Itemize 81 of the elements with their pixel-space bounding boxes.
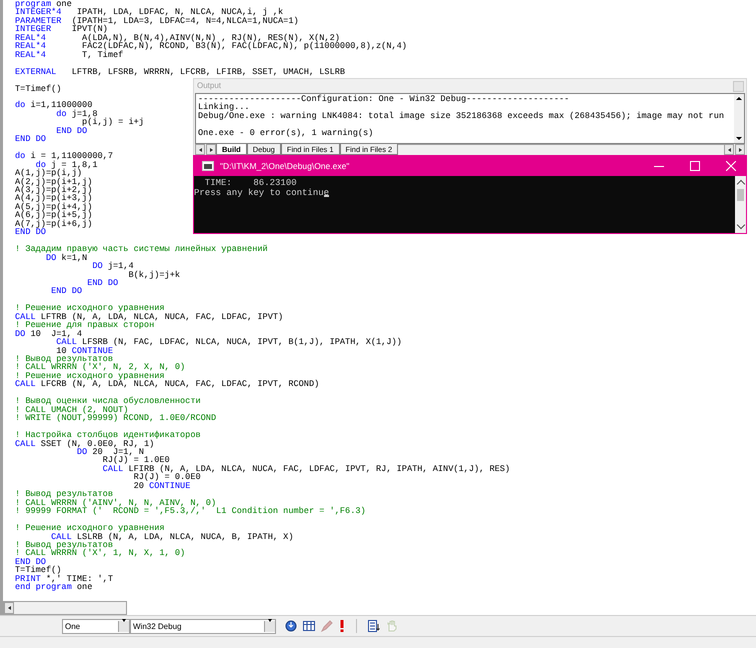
- horizontal-scrollbar[interactable]: [724, 144, 745, 155]
- code-line: A(3,j)=p(i+2,j): [15, 186, 92, 194]
- code-line: p(i,j) = i+j: [82, 118, 144, 127]
- comment-line: ! Зададим правую часть системы линейных уравнений: [15, 245, 268, 254]
- code-line: CALL LFTRB (N, A, LDA, NLCA, NUCA, FAC, LDFAC, IPVT): [15, 312, 284, 322]
- code-line: A(2,j)=p(i+1,j): [15, 178, 92, 186]
- code-line: A(7,j)=p(i+6,j): [15, 220, 92, 228]
- code-line: B(k,j)=j+k: [128, 270, 180, 279]
- code-line: program one: [15, 0, 72, 8]
- comment-line: ! CALL WRRRN ('X', 1, N, X, 1, 0): [15, 549, 186, 558]
- code-line: PARAMETER (IPATH=1, LDA=3, LDFAC=4, N=4,NLCA=1,NUCA=1): [15, 16, 299, 26]
- comment-line: ! Вывод результатов: [15, 490, 113, 499]
- code-line: REAL*4 FAC2(LDFAC,N), RCOND, B3(N), FAC(LDFAC,N), p(11000000,8),z(N,4): [15, 42, 407, 51]
- code-line: do i = 1,11000000,7: [15, 152, 113, 161]
- comment-line: ! 99999 FORMAT (' RCOND = ',F5.3,/,' L1 Condition number = ',F6.3): [15, 507, 366, 516]
- maximize-icon[interactable]: [690, 161, 700, 171]
- code-line: CALL LFSRB (N, FAC, LDFAC, NLCA, NUCA, IPVT, B(1,J), IPATH, X(1,J)): [56, 338, 402, 347]
- code-line: RJ(J) = 1.0E0: [102, 456, 170, 465]
- code-line: END DO: [15, 135, 46, 144]
- comment-line: ! CALL WRRRN ('X', N, 2, X, N, 0): [15, 363, 186, 372]
- comment-line: ! CALL UMACH (2, NOUT): [15, 406, 128, 414]
- code-line: REAL*4 T, Timef: [15, 50, 124, 60]
- code-line: DO 20 J=1, N: [76, 448, 144, 456]
- code-line: INTEGER*4 IPATH, LDA, LDFAC, N, NLCA, NUCA,i, j ,k: [15, 8, 284, 17]
- code-line: CALL LSLRB (N, A, LDA, NLCA, NUCA, B, IPATH, X): [51, 532, 294, 541]
- comment-line: ! WRITE (NOUT,99999) RCOND, 1.0E0/RCOND: [15, 414, 216, 423]
- code-line: END DO: [15, 558, 46, 566]
- console-line: Press any key to continue: [194, 188, 330, 198]
- code-line: DO 10 J=1, 4: [15, 330, 82, 338]
- code-line: A(6,j)=p(i+5,j): [15, 211, 92, 220]
- comment-line: ! Решение исходного уравнения: [15, 304, 165, 313]
- output-line: Linking...: [198, 103, 250, 112]
- grid-icon[interactable]: [303, 620, 315, 632]
- code-line: DO j=1,4: [91, 262, 134, 270]
- code-line: A(4,j)=p(i+3,j): [15, 194, 92, 203]
- project-dropdown[interactable]: One: [62, 618, 130, 634]
- code-line: T=Timef(): [15, 566, 62, 575]
- code-line: end program one: [15, 583, 92, 592]
- comment-line: ! CALL WRRRN ('AINV', N, N, AINV, N, 0): [15, 498, 216, 508]
- code-line: A(1,j)=p(i,j): [15, 169, 82, 178]
- code-line: 20 CONTINUE: [132, 482, 190, 490]
- code-line: END DO: [55, 126, 88, 136]
- code-line: do i=1,11000000: [15, 101, 92, 110]
- comment-line: ! Решение исходного уравнения: [15, 524, 165, 533]
- code-line: 10 CONTINUE: [55, 346, 113, 356]
- vertical-scrollbar[interactable]: [734, 94, 744, 143]
- window-title: "D:\IT\KM_2\One\Debug\One.exe": [220, 162, 350, 170]
- exclamation-icon[interactable]: [339, 620, 345, 632]
- vertical-scrollbar[interactable]: [735, 176, 746, 233]
- comment-line: ! Настройка столбцов идентификаторов: [15, 431, 201, 440]
- comment-line: ! Решение для правых сторон: [15, 321, 154, 330]
- output-line: --------------------Configuration: One - Win32 Debug--------------------: [198, 95, 570, 104]
- comment-line: ! Вывод оценки числа обусловленности: [15, 397, 201, 406]
- comment-line: ! Решение исходного уравнения: [15, 372, 165, 380]
- code-line: RJ(J) = 0.0E0: [132, 473, 201, 482]
- horizontal-scrollbar[interactable]: [3, 601, 127, 615]
- code-line: CALL SSET (N, 0.0E0, RJ, 1): [15, 440, 154, 448]
- code-line: DO k=1,N: [46, 254, 88, 262]
- output-line: Debug/One.exe : warning LNK4084: total image size 352186368 exceeds max (268435456); image may not run: [198, 112, 724, 120]
- code-line: REAL*4 A(LDA,N), B(N,4),AINV(N,N) , RJ(N), RES(N), X(N,2): [15, 34, 340, 42]
- code-line: EXTERNAL LFTRB, LFSRB, WRRRN, LFCRB, LFIRB, SSET, UMACH, LSLRB: [15, 68, 346, 76]
- code-line: T=Timef(): [15, 84, 62, 93]
- code-line: END DO: [15, 228, 46, 237]
- configuration-dropdown[interactable]: Win32 Debug: [130, 618, 276, 634]
- code-line: do j=1,8: [55, 110, 98, 118]
- code-line: CALL LFIRB (N, A, LDA, NLCA, NUCA, FAC, LDFAC, IPVT, RJ, IPATH, AINV(1,J), RES): [102, 464, 510, 474]
- panel-title: Output: [197, 82, 222, 90]
- code-line: END DO: [50, 287, 82, 296]
- tab-scroll-buttons[interactable]: [195, 144, 216, 155]
- close-icon[interactable]: [726, 161, 736, 171]
- output-line: One.exe - 0 error(s), 1 warning(s): [198, 128, 374, 138]
- code-line: END DO: [86, 278, 118, 288]
- code-line: PRINT *,' TIME: ',T: [15, 574, 113, 584]
- code-line: CALL LFCRB (N, A, LDA, NLCA, NUCA, FAC, LDFAC, IPVT, RCOND): [15, 380, 320, 389]
- code-line: INTEGER IPVT(N): [15, 25, 108, 34]
- comment-line: ! Вывод результатов: [15, 541, 113, 550]
- console-line: TIME: 86.23100: [204, 178, 297, 188]
- comment-line: ! Вывод результатов: [15, 355, 113, 364]
- window-icon: [202, 161, 214, 171]
- code-line: do j = 1,8,1: [36, 160, 98, 170]
- code-line: A(5,j)=p(i+4,j): [15, 202, 92, 212]
